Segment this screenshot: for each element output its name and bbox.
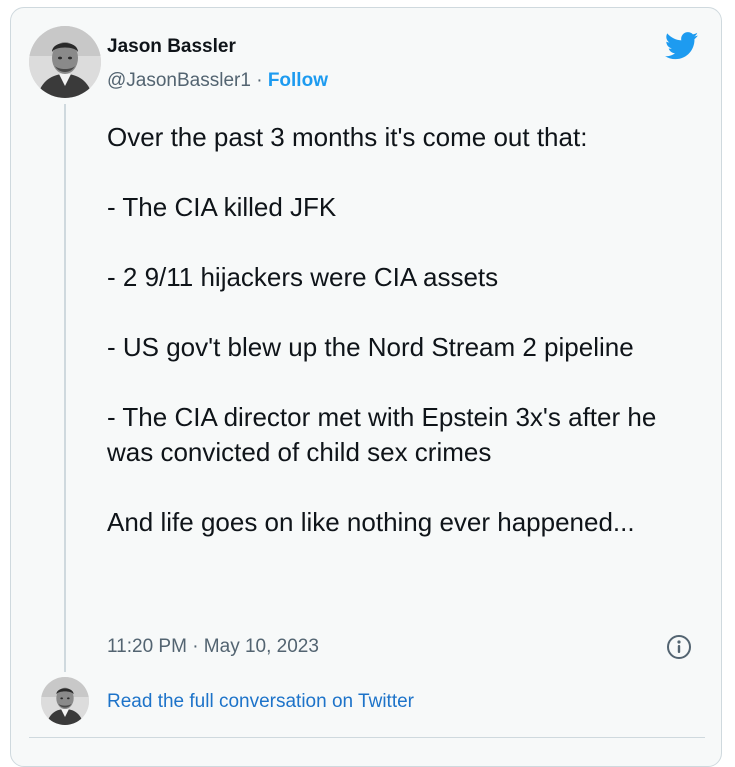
- info-icon[interactable]: [666, 634, 692, 660]
- tweet-paragraph: - The CIA killed JFK: [107, 192, 337, 222]
- tweet-paragraph: - 2 9/11 hijackers were CIA assets: [107, 262, 499, 292]
- tweet-paragraph: - US gov't blew up the Nord Stream 2 pip…: [107, 332, 634, 362]
- tweet-paragraph: - The CIA director met with Epstein 3x's…: [107, 402, 657, 467]
- tweet-text: Over the past 3 months it's come out tha…: [107, 120, 707, 540]
- divider: [29, 737, 705, 738]
- tweet-timestamp[interactable]: 11:20 PM · May 10, 2023: [107, 636, 319, 658]
- read-full-conversation-link[interactable]: Read the full conversation on Twitter: [107, 691, 414, 713]
- author-handle-row: @JasonBassler1 · Follow: [107, 70, 328, 92]
- tweet-embed-card: Jason Bassler @JasonBassler1 · Follow Ov…: [10, 7, 722, 767]
- avatar-portrait: [29, 26, 101, 98]
- tweet-paragraph: And life goes on like nothing ever happe…: [107, 507, 635, 537]
- author-handle[interactable]: @JasonBassler1: [107, 70, 251, 91]
- follow-button[interactable]: Follow: [268, 70, 328, 91]
- avatar-portrait: [41, 677, 89, 725]
- author-name[interactable]: Jason Bassler: [107, 36, 236, 58]
- twitter-bird-icon[interactable]: [665, 32, 699, 60]
- tweet-paragraph: Over the past 3 months it's come out tha…: [107, 122, 588, 152]
- thread-line: [64, 104, 66, 672]
- handle-separator: ·: [250, 70, 268, 91]
- reply-avatar[interactable]: [41, 677, 89, 725]
- author-avatar[interactable]: [29, 26, 101, 98]
